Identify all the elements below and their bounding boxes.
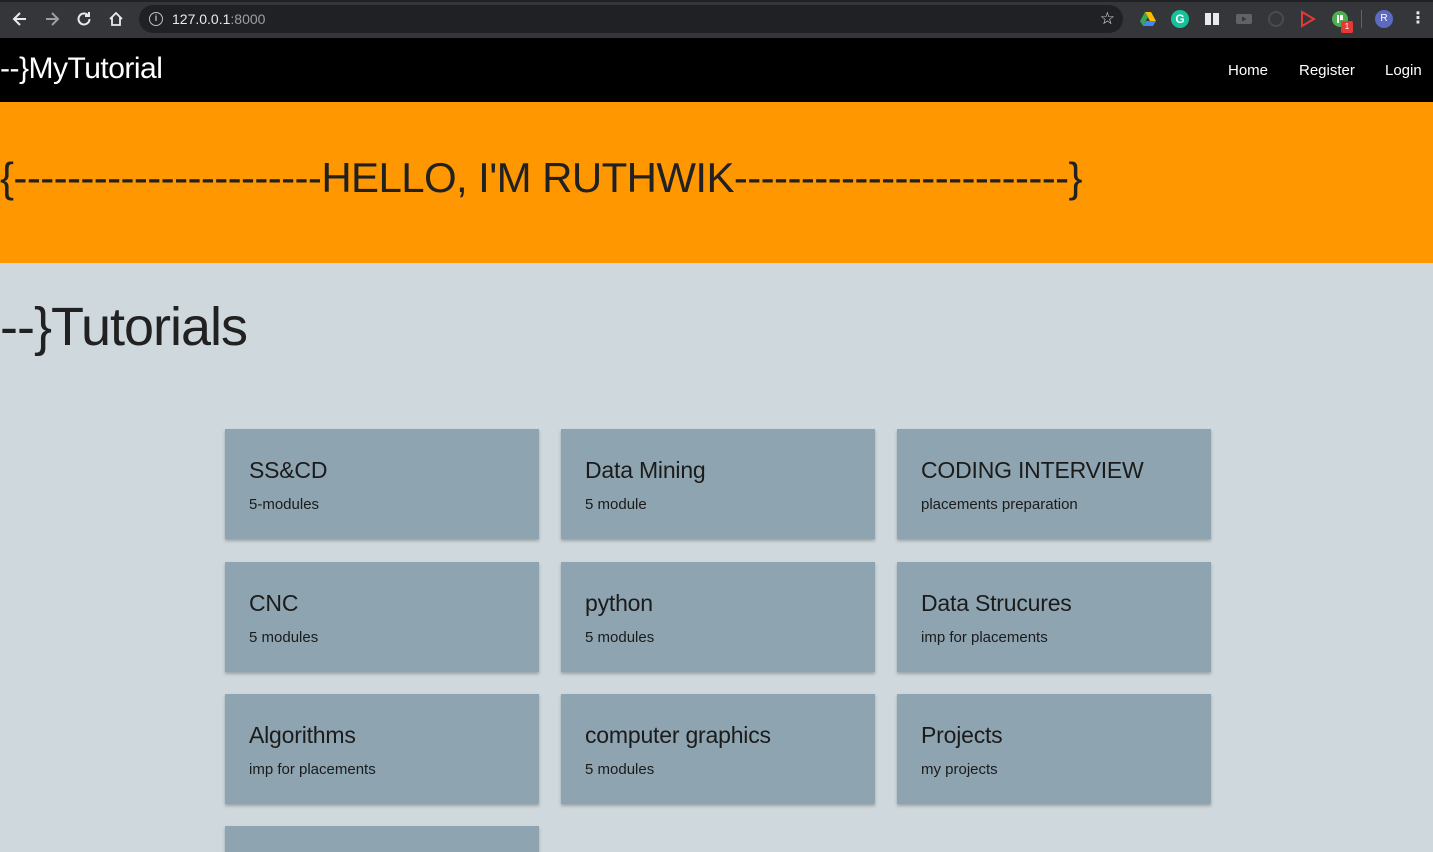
browser-menu-icon[interactable]: ⋮ [1410,9,1426,29]
card-subtitle: 5-modules [249,496,320,513]
card-title: SS&CD [249,457,328,483]
profile-avatar[interactable]: R [1375,10,1393,28]
card-title: CODING INTERVIEW [921,457,1144,483]
card-title: computer graphics [585,722,771,748]
card-subtitle: placements preparation [921,496,1078,513]
card-subtitle: 5 modules [585,629,655,646]
card-title: Data Mining [585,457,706,483]
tutorial-card[interactable] [225,826,539,852]
card-title: Data Strucures [921,590,1072,616]
browser-toolbar: i 127.0.0.1:8000 ☆ G 1 R ⋮ [0,0,1433,38]
card-title: Algorithms [249,722,356,748]
extension-badge: 1 [1341,21,1353,33]
tutorial-card[interactable]: Data Mining 5 module [561,429,875,539]
toolbar-divider [1361,10,1362,28]
tutorial-card[interactable]: Projects my projects [897,694,1211,804]
tutorial-card[interactable]: CNC 5 modules [225,562,539,672]
back-icon[interactable] [9,8,31,30]
nav-link-login[interactable]: Login [1385,62,1422,79]
hero-heading: {-----------------------HELLO, I'M RUTHW… [0,154,1083,201]
card-title: CNC [249,590,299,616]
card-subtitle: 5 module [585,496,647,513]
site-info-icon[interactable]: i [149,12,163,26]
tutorials-heading: --}Tutorials [0,297,248,357]
tutorial-card[interactable]: Algorithms imp for placements [225,694,539,804]
card-title: Projects [921,722,1003,748]
nav-link-home[interactable]: Home [1228,62,1268,79]
reload-icon[interactable] [73,8,95,30]
grammarly-icon[interactable]: G [1171,10,1189,28]
nav-link-register[interactable]: Register [1299,62,1355,79]
card-subtitle: imp for placements [921,629,1048,646]
tutorial-card[interactable]: CODING INTERVIEW placements preparation [897,429,1211,539]
reader-icon[interactable] [1203,10,1221,28]
forward-icon[interactable] [41,8,63,30]
hero-banner: {-----------------------HELLO, I'M RUTHW… [0,102,1433,263]
bookmark-star-icon[interactable]: ☆ [1100,9,1115,29]
tutorial-card[interactable]: Data Strucures imp for placements [897,562,1211,672]
dark-mode-icon[interactable] [1267,10,1285,28]
url-text[interactable]: 127.0.0.1:8000 [172,11,265,27]
tab-strip-edge [0,0,1433,2]
site-navbar: --}MyTutorial Home Register Login [0,38,1433,102]
card-subtitle: my projects [921,761,998,778]
tutorial-card[interactable]: SS&CD 5-modules [225,429,539,539]
cast-extension-icon[interactable] [1299,10,1317,28]
card-subtitle: 5 modules [585,761,655,778]
home-icon[interactable] [105,8,127,30]
video-extension-icon[interactable] [1235,10,1253,28]
address-bar[interactable]: i 127.0.0.1:8000 ☆ [139,5,1123,33]
tutorial-card[interactable]: computer graphics 5 modules [561,694,875,804]
card-title: python [585,590,653,616]
card-subtitle: imp for placements [249,761,376,778]
tutorial-card[interactable]: python 5 modules [561,562,875,672]
google-drive-icon[interactable] [1139,10,1157,28]
site-brand[interactable]: --}MyTutorial [0,52,163,86]
card-subtitle: 5 modules [249,629,319,646]
